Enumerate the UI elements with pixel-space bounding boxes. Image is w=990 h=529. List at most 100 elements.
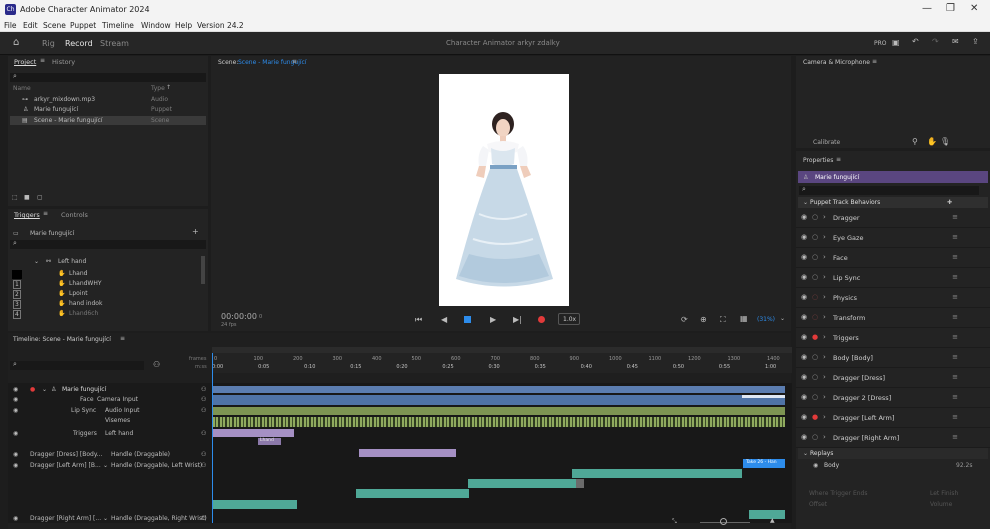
zoom-in-icon[interactable]: ▲	[770, 517, 775, 524]
share-icon[interactable]: ⇪	[972, 37, 979, 46]
track-bar-left-arm-3[interactable]	[356, 489, 469, 498]
eye-icon[interactable]: ◉	[801, 353, 807, 361]
microphone-icon[interactable]: 🎙	[940, 137, 950, 146]
people-icon[interactable]: ⚇	[201, 386, 206, 393]
trigger-key[interactable]: 4	[13, 310, 21, 319]
menu-icon[interactable]: ≡	[952, 333, 958, 341]
chevron-down-icon[interactable]: ⌄	[103, 515, 108, 522]
menu-puppet[interactable]: Puppet	[70, 21, 96, 30]
eye-icon[interactable]: ◉	[801, 253, 807, 261]
zoom-slider-handle[interactable]	[720, 518, 727, 525]
record-arm-icon[interactable]: ○	[812, 273, 818, 281]
track-input[interactable]: Visemes	[105, 417, 130, 424]
track-bar-dragger-dress[interactable]	[359, 449, 456, 457]
eye-icon[interactable]: ◉	[13, 407, 18, 414]
eye-icon[interactable]: ◉	[801, 433, 807, 441]
hand-icon[interactable]: ✋	[927, 137, 937, 146]
trigger-key[interactable]: 3	[13, 300, 21, 309]
record-arm-icon[interactable]: ○	[812, 313, 818, 321]
eye-icon[interactable]: ◉	[801, 333, 807, 341]
behavior-row[interactable]: ◉ ○ › Dragger [Right Arm] ≡	[796, 428, 990, 448]
chevron-right-icon[interactable]: ›	[823, 253, 826, 261]
track-name[interactable]: Lip Sync	[71, 407, 96, 414]
behavior-row[interactable]: ◉ ○ › Eye Gaze ≡	[796, 228, 990, 248]
record-arm-icon[interactable]: ●	[30, 386, 35, 393]
tab-history[interactable]: History	[52, 58, 75, 66]
eye-icon[interactable]: ◉	[13, 515, 18, 522]
track-name[interactable]: Dragger [Dress] [Body...	[30, 451, 102, 458]
menu-icon[interactable]: ≡	[952, 393, 958, 401]
menu-scene[interactable]: Scene	[43, 21, 66, 30]
project-item-name[interactable]: arkyr_mixdown.mp3	[34, 96, 95, 103]
replay-item[interactable]: Body	[824, 462, 839, 469]
trigger-item[interactable]: Lpoint	[69, 290, 88, 297]
layout-icon[interactable]: ▣	[892, 38, 900, 47]
people-icon[interactable]: ⚇	[153, 360, 160, 369]
calibrate-button[interactable]: Calibrate	[813, 139, 840, 146]
menu-icon[interactable]: ≡	[40, 57, 45, 64]
sort-arrow-icon[interactable]: ↑	[166, 84, 171, 91]
track-input[interactable]: Handle (Draggable, Right Wrist)	[111, 515, 207, 522]
behavior-row[interactable]: ◉ ○ › Dragger ≡	[796, 208, 990, 228]
behavior-row[interactable]: ◉ ○ › Physics ≡	[796, 288, 990, 308]
track-bar-face[interactable]	[213, 395, 785, 405]
fit-icon[interactable]: ⛶	[720, 315, 726, 325]
undo-icon[interactable]: ↶	[912, 37, 919, 46]
home-icon[interactable]: ⌂	[13, 37, 19, 48]
redo-icon[interactable]: ↷	[932, 37, 939, 46]
trigger-group-name[interactable]: Left hand	[58, 258, 86, 265]
people-icon[interactable]: ⚇	[201, 462, 206, 469]
menu-icon[interactable]: ≡	[872, 58, 877, 65]
playhead[interactable]	[212, 353, 213, 523]
chevron-down-icon[interactable]: ⌄	[103, 462, 108, 469]
eye-icon[interactable]: ◉	[801, 313, 807, 321]
menu-icon[interactable]: ≡	[952, 253, 958, 261]
trigger-key[interactable]: 1	[13, 280, 21, 289]
chevron-right-icon[interactable]: ›	[823, 413, 826, 421]
people-icon[interactable]: ⚇	[201, 407, 206, 414]
behavior-row[interactable]: ◉ ○ › Lip Sync ≡	[796, 268, 990, 288]
menu-window[interactable]: Window	[141, 21, 171, 30]
track-bar-visemes[interactable]	[213, 417, 785, 427]
chevron-right-icon[interactable]: ›	[823, 433, 826, 441]
track-bar-lipsync[interactable]	[213, 407, 785, 415]
puppet-character[interactable]	[439, 74, 569, 306]
track-name[interactable]: Face	[80, 396, 94, 403]
eye-icon[interactable]: ◉	[801, 213, 807, 221]
eye-icon[interactable]: ◉	[801, 393, 807, 401]
menu-version[interactable]: Version 24.2	[197, 21, 244, 30]
chevron-right-icon[interactable]: ›	[823, 233, 826, 241]
chevron-down-icon[interactable]: ⌄	[34, 258, 39, 265]
menu-icon[interactable]: ≡	[952, 353, 958, 361]
menu-icon[interactable]: ≡	[836, 156, 841, 163]
track-bar-puppet[interactable]	[213, 386, 785, 393]
trigger-item[interactable]: hand indok	[69, 300, 102, 307]
menu-edit[interactable]: Edit	[23, 21, 38, 30]
record-arm-icon[interactable]: ○	[812, 233, 818, 241]
properties-search-input[interactable]	[799, 186, 979, 195]
chevron-right-icon[interactable]: ›	[823, 333, 826, 341]
record-button[interactable]	[538, 316, 545, 323]
track-bar-left-arm-1[interactable]	[572, 469, 742, 478]
track-name[interactable]: Triggers	[73, 430, 97, 437]
record-arm-icon[interactable]: ○	[812, 213, 818, 221]
tab-project[interactable]: Project	[14, 58, 36, 66]
add-behavior-icon[interactable]: ✚	[947, 199, 952, 206]
tab-triggers[interactable]: Triggers	[14, 211, 40, 219]
camera-icon[interactable]: ⚲	[912, 137, 918, 146]
minimize-icon[interactable]: —	[922, 3, 932, 14]
replay-option-value[interactable]: Let Finish	[930, 490, 958, 497]
mode-stream[interactable]: Stream	[100, 39, 129, 48]
record-arm-icon[interactable]: ○	[812, 353, 818, 361]
project-item-name[interactable]: Marie fungující	[34, 106, 78, 113]
add-trigger-icon[interactable]: +	[192, 227, 199, 236]
track-name[interactable]: Dragger [Left Arm] [B...	[30, 462, 101, 469]
project-item-name[interactable]: Scene - Marie fungující	[34, 117, 103, 124]
trigger-item[interactable]: Lhand6ch	[69, 310, 98, 317]
project-search-input[interactable]	[10, 73, 206, 82]
track-input[interactable]: Audio Input	[105, 407, 140, 414]
eye-icon[interactable]: ◉	[801, 373, 807, 381]
menu-icon[interactable]: ≡	[292, 58, 297, 65]
comment-icon[interactable]: ✉	[952, 37, 959, 46]
menu-timeline[interactable]: Timeline	[102, 21, 134, 30]
